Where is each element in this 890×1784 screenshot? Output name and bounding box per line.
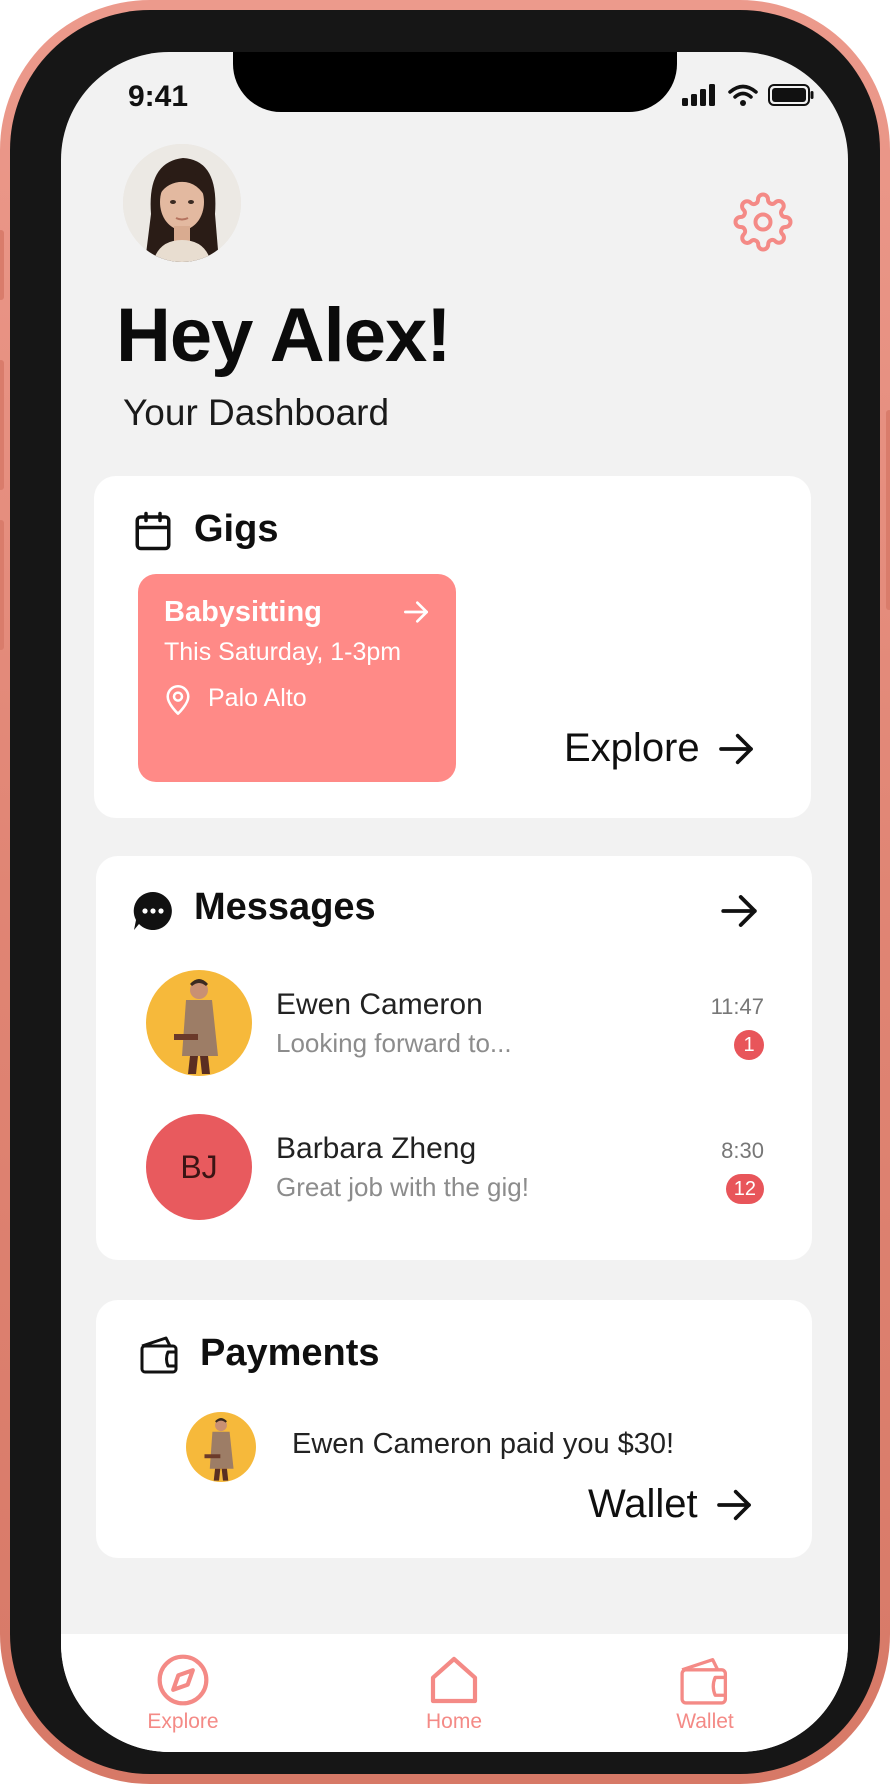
compass-icon — [157, 1654, 209, 1706]
wallet-icon — [680, 1657, 728, 1705]
messages-title: Messages — [194, 886, 376, 928]
arrow-right-icon — [716, 1489, 751, 1520]
gear-icon — [733, 192, 793, 252]
explore-link[interactable]: Explore — [564, 726, 756, 771]
message-row[interactable]: Ewen Cameron Looking forward to... 11:47… — [146, 970, 766, 1076]
nav-home-label: Home — [425, 1710, 483, 1733]
message-preview: Great job with the gig! — [276, 1172, 529, 1202]
nav-wallet[interactable]: Wallet — [645, 1652, 765, 1734]
message-preview: Looking forward to... — [276, 1028, 512, 1058]
message-time: 8:30 — [721, 1138, 764, 1163]
gig-title: Babysitting — [164, 596, 322, 628]
nav-explore[interactable]: Explore — [123, 1652, 243, 1734]
gig-location: Palo Alto — [208, 684, 307, 712]
unread-badge: 1 — [734, 1030, 764, 1060]
gig-card-babysitting[interactable]: Babysitting This Saturday, 1-3pm Palo Al… — [138, 574, 456, 782]
wifi-icon — [728, 84, 758, 106]
contact-avatar — [146, 970, 252, 1076]
gig-time: This Saturday, 1-3pm — [164, 638, 402, 666]
profile-avatar[interactable] — [123, 144, 241, 262]
contact-initials-avatar: BJ — [146, 1114, 252, 1220]
mute-switch — [0, 230, 4, 300]
battery-icon — [768, 84, 814, 106]
message-time: 11:47 — [710, 994, 764, 1019]
bottom-nav: Explore Home Wallet — [61, 1634, 848, 1752]
wallet-icon — [140, 1336, 178, 1374]
phone-bezel: 9:41 Hey Alex! Your Dashboard Gigs Babys… — [10, 10, 880, 1774]
messages-card: Messages Ewen Cameron Looking forward to… — [96, 856, 812, 1260]
status-time: 9:41 — [128, 80, 189, 113]
gigs-title: Gigs — [194, 508, 279, 550]
power-button — [886, 410, 890, 610]
signal-icon — [682, 84, 715, 106]
payments-title: Payments — [200, 1332, 380, 1374]
phone-frame: 9:41 Hey Alex! Your Dashboard Gigs Babys… — [0, 0, 890, 1784]
location-pin-icon — [166, 685, 190, 715]
gigs-card: Gigs Babysitting This Saturday, 1-3pm Pa… — [94, 476, 811, 818]
settings-button[interactable] — [733, 192, 793, 252]
dashboard-subtitle: Your Dashboard — [123, 392, 390, 433]
calendar-icon — [135, 511, 171, 551]
payer-photo — [186, 1412, 256, 1482]
volume-down-button — [0, 520, 4, 650]
unread-badge: 12 — [725, 1174, 764, 1204]
payments-card: Payments Ewen Cameron paid you $30! Wall — [96, 1300, 812, 1558]
profile-photo — [123, 144, 241, 262]
arrow-right-icon — [404, 601, 428, 623]
app-screen: 9:41 Hey Alex! Your Dashboard Gigs Babys… — [61, 52, 848, 1752]
contact-photo — [146, 970, 252, 1076]
volume-up-button — [0, 360, 4, 490]
nav-wallet-label: Wallet — [676, 1710, 734, 1733]
notch — [233, 52, 677, 112]
messages-arrow-icon[interactable] — [718, 890, 760, 932]
wallet-label: Wallet — [588, 1482, 698, 1526]
contact-name: Ewen Cameron — [276, 988, 483, 1021]
chat-bubble-icon — [133, 891, 172, 930]
home-icon — [430, 1656, 478, 1704]
payer-avatar — [186, 1412, 256, 1482]
payment-text: Ewen Cameron paid you $30! — [292, 1428, 675, 1460]
contact-name: Barbara Zheng — [276, 1132, 477, 1165]
wallet-link[interactable]: Wallet — [588, 1482, 754, 1527]
explore-label: Explore — [564, 726, 700, 770]
nav-explore-label: Explore — [147, 1710, 219, 1733]
status-icons — [682, 84, 814, 106]
arrow-right-icon — [718, 733, 753, 764]
message-row[interactable]: BJ Barbara Zheng Great job with the gig!… — [146, 1114, 766, 1220]
greeting-title: Hey Alex! — [116, 293, 452, 378]
nav-home[interactable]: Home — [394, 1652, 514, 1734]
